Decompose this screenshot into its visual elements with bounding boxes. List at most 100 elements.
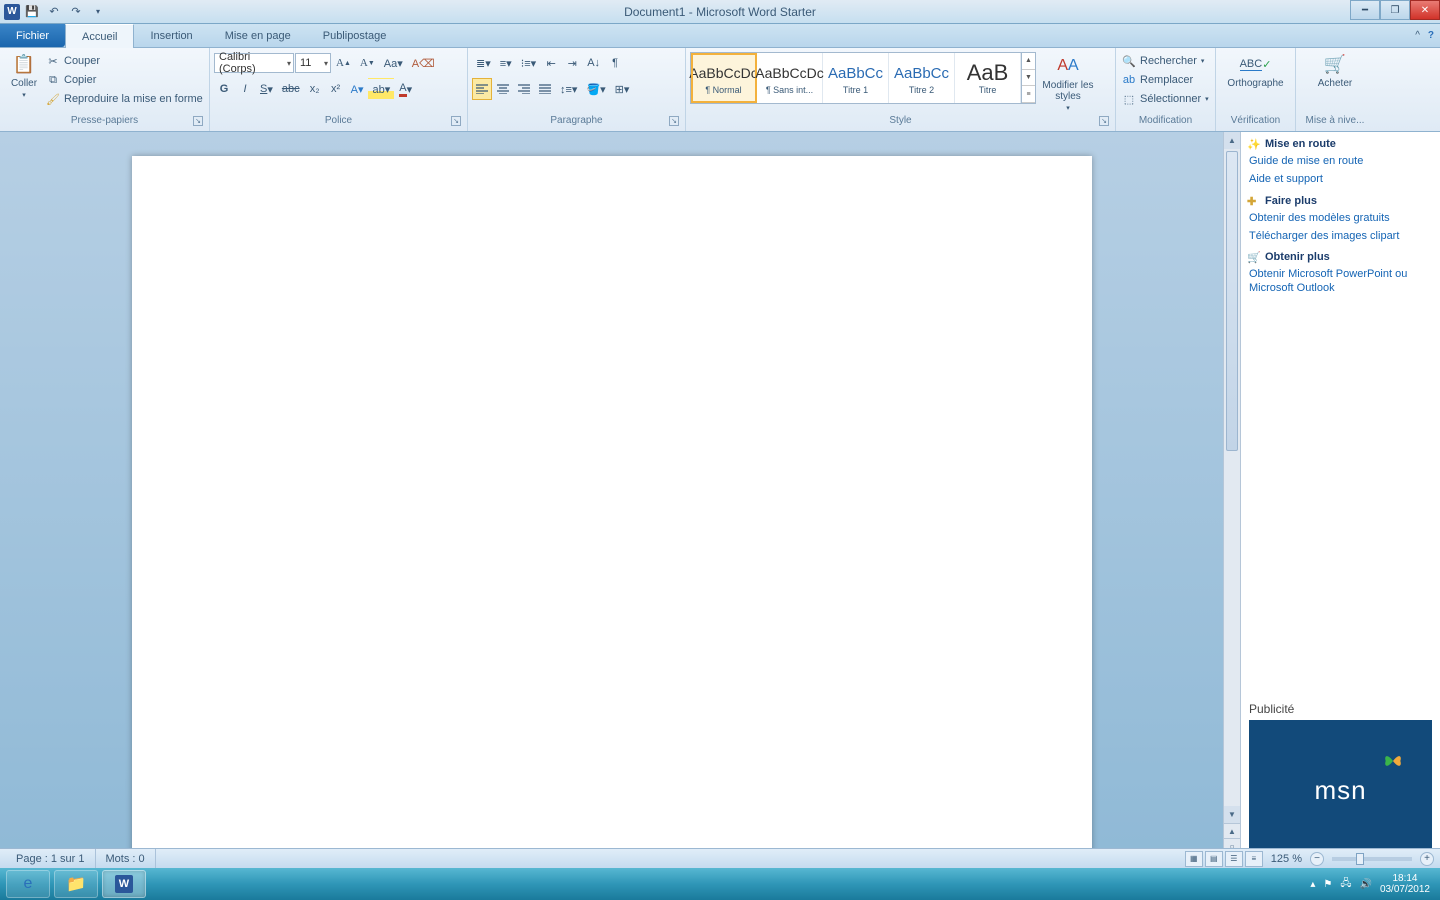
tray-volume-icon[interactable]: 🔊 [1359, 879, 1371, 890]
status-words[interactable]: Mots : 0 [96, 849, 156, 868]
justify-button[interactable] [535, 78, 555, 100]
redo-icon[interactable]: ↷ [66, 2, 86, 22]
styles-launcher[interactable]: ↘ [1099, 116, 1109, 126]
taskbar-explorer-button[interactable]: 📁 [54, 870, 98, 898]
save-icon[interactable]: 💾 [22, 2, 42, 22]
style-scroll-up[interactable]: ▲ [1022, 53, 1035, 70]
style-no-spacing[interactable]: AaBbCcDc¶ Sans int... [757, 53, 823, 103]
scroll-thumb[interactable] [1226, 151, 1238, 451]
style-heading2[interactable]: AaBbCcTitre 2 [889, 53, 955, 103]
scroll-down-icon[interactable]: ▼ [1224, 806, 1240, 823]
msn-ad[interactable]: msn [1249, 720, 1432, 860]
qat-more-icon[interactable]: ▾ [88, 2, 108, 22]
find-button[interactable]: 🔍Rechercher ▾ [1120, 52, 1206, 70]
line-spacing-button[interactable]: ↕≡▾ [556, 78, 581, 100]
tray-flag-icon[interactable]: ⚑ [1323, 879, 1332, 890]
decrease-indent-button[interactable]: ⇤ [541, 52, 561, 74]
status-page[interactable]: Page : 1 sur 1 [6, 849, 96, 868]
paragraph-launcher[interactable]: ↘ [669, 116, 679, 126]
taskbar-word-button[interactable]: W [102, 870, 146, 898]
align-right-button[interactable] [514, 78, 534, 100]
select-icon: ⬚ [1122, 92, 1136, 106]
close-button[interactable]: ✕ [1410, 0, 1440, 20]
tab-layout[interactable]: Mise en page [209, 24, 307, 47]
minimize-button[interactable]: ━ [1350, 0, 1380, 20]
help-icon[interactable]: ? [1428, 30, 1434, 41]
zoom-out-button[interactable]: − [1310, 852, 1324, 866]
style-scroll-more[interactable]: ≡ [1022, 86, 1035, 103]
tab-file[interactable]: Fichier [0, 24, 65, 47]
link-getting-started-guide[interactable]: Guide de mise en route [1241, 152, 1440, 170]
sort-button[interactable]: A↓ [583, 52, 604, 74]
zoom-slider[interactable] [1332, 857, 1412, 861]
cut-button[interactable]: ✂Couper [44, 52, 205, 70]
tab-home[interactable]: Accueil [65, 24, 134, 48]
select-button[interactable]: ⬚Sélectionner ▾ [1120, 90, 1211, 108]
align-left-button[interactable] [472, 78, 492, 100]
tab-insert[interactable]: Insertion [134, 24, 208, 47]
vertical-scrollbar[interactable]: ▲ ▼ ▲ ○ ▼ [1223, 132, 1240, 868]
font-family-combo[interactable]: Calibri (Corps) [214, 53, 294, 73]
text-effects-button[interactable]: A▾ [347, 78, 368, 100]
zoom-level[interactable]: 125 % [1271, 853, 1302, 865]
style-heading1[interactable]: AaBbCcTitre 1 [823, 53, 889, 103]
style-normal[interactable]: AaBbCcDc¶ Normal [691, 53, 757, 103]
scroll-track[interactable] [1224, 149, 1240, 806]
link-free-templates[interactable]: Obtenir des modèles gratuits [1241, 209, 1440, 227]
replace-button[interactable]: abRemplacer [1120, 71, 1195, 89]
highlight-button[interactable]: ab▾ [368, 78, 394, 100]
change-styles-button[interactable]: AA Modifier les styles▾ [1040, 52, 1096, 114]
paste-button[interactable]: 📋 Coller ▾ [4, 50, 44, 101]
view-fullscreen-button[interactable]: ▤ [1205, 851, 1223, 867]
taskbar-ie-button[interactable]: e [6, 870, 50, 898]
borders-button[interactable]: ⊞▾ [611, 78, 634, 100]
style-scroll-down[interactable]: ▼ [1022, 70, 1035, 87]
format-painter-button[interactable]: 🖌Reproduire la mise en forme [44, 90, 205, 108]
subscript-button[interactable]: x₂ [305, 78, 325, 100]
link-help-support[interactable]: Aide et support [1241, 170, 1440, 188]
prev-page-icon[interactable]: ▲ [1224, 823, 1240, 838]
zoom-slider-knob[interactable] [1356, 853, 1364, 865]
style-title[interactable]: AaBTitre [955, 53, 1021, 103]
view-outline-button[interactable]: ≡ [1245, 851, 1263, 867]
tray-clock[interactable]: 18:14 03/07/2012 [1380, 873, 1434, 895]
shrink-font-button[interactable]: A▼ [356, 52, 379, 74]
superscript-button[interactable]: x² [326, 78, 346, 100]
change-case-button[interactable]: Aa▾ [380, 52, 407, 74]
document-page[interactable] [132, 156, 1092, 868]
show-marks-button[interactable]: ¶ [605, 52, 625, 74]
maximize-button[interactable]: ❐ [1380, 0, 1410, 20]
numbering-button[interactable]: ≡▾ [496, 52, 516, 74]
font-color-button[interactable]: A▾ [395, 78, 416, 100]
clipboard-launcher[interactable]: ↘ [193, 116, 203, 126]
font-launcher[interactable]: ↘ [451, 116, 461, 126]
strikethrough-button[interactable]: abc [278, 78, 304, 100]
link-get-powerpoint-outlook[interactable]: Obtenir Microsoft PowerPoint ou Microsof… [1241, 265, 1440, 298]
copy-button[interactable]: ⧉Copier [44, 71, 205, 89]
zoom-in-button[interactable]: + [1420, 852, 1434, 866]
font-size-combo[interactable]: 11 [295, 53, 331, 73]
tray-network-icon[interactable]: 🖧 [1340, 876, 1351, 893]
bold-button[interactable]: G [214, 78, 234, 100]
increase-indent-button[interactable]: ⇥ [562, 52, 582, 74]
grow-font-button[interactable]: A▲ [332, 52, 355, 74]
tab-mailmerge[interactable]: Publipostage [307, 24, 403, 47]
italic-button[interactable]: I [235, 78, 255, 100]
buy-button[interactable]: 🛒 Acheter [1300, 50, 1370, 91]
undo-icon[interactable]: ↶ [44, 2, 64, 22]
scroll-up-icon[interactable]: ▲ [1224, 132, 1240, 149]
minimize-ribbon-icon[interactable]: ^ [1415, 30, 1420, 41]
multilevel-list-button[interactable]: ⁝≡▾ [517, 52, 540, 74]
align-center-button[interactable] [493, 78, 513, 100]
bullets-button[interactable]: ≣▾ [472, 52, 495, 74]
tray-show-hidden-icon[interactable]: ▴ [1310, 879, 1315, 890]
format-painter-icon: 🖌 [46, 92, 60, 106]
shading-button[interactable]: 🪣▾ [582, 78, 609, 100]
link-clipart[interactable]: Télécharger des images clipart [1241, 227, 1440, 245]
page-container[interactable] [0, 132, 1223, 868]
clear-formatting-button[interactable]: A⌫ [408, 52, 439, 74]
spelling-button[interactable]: ABC✓ Orthographe [1220, 50, 1291, 91]
view-print-layout-button[interactable]: ▦ [1185, 851, 1203, 867]
underline-button[interactable]: S▾ [256, 78, 277, 100]
view-web-button[interactable]: ☰ [1225, 851, 1243, 867]
